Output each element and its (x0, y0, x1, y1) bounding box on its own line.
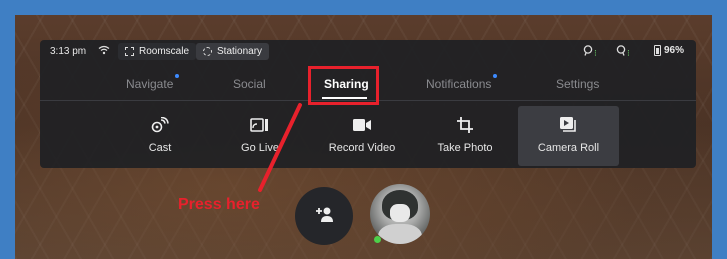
notification-dot (175, 74, 180, 78)
stationary-icon (203, 47, 212, 56)
camera-roll-icon (559, 116, 579, 134)
right-controller-icon: ⁝ (616, 45, 630, 59)
roomscale-button[interactable]: Roomscale (118, 43, 197, 60)
go-live-label: Go Live (241, 142, 279, 154)
go-live-icon (250, 116, 270, 134)
battery-icon (654, 45, 661, 56)
status-bar: 3:13 pm Roomscale Stationary ⁝ ⁝ 96% (40, 40, 696, 64)
take-photo-icon (455, 116, 475, 134)
record-video-label: Record Video (328, 142, 396, 154)
cast-label: Cast (148, 142, 172, 154)
take-photo-button[interactable]: Take Photo (415, 106, 515, 166)
avatar-body (378, 224, 422, 244)
stationary-label: Stationary (217, 46, 263, 57)
roomscale-label: Roomscale (139, 46, 190, 57)
annotation-text: Press here (178, 196, 260, 213)
sharing-actions: Cast Go Live Record Video Take Photo Cam… (40, 104, 696, 168)
cast-button[interactable]: Cast (110, 106, 210, 166)
tab-notifications[interactable]: Notifications (426, 74, 498, 91)
camera-roll-label: Camera Roll (537, 142, 600, 154)
avatar[interactable] (370, 184, 430, 244)
add-friend-button[interactable] (295, 187, 353, 245)
tab-social-label: Social (233, 77, 266, 91)
battery-percent: 96% (664, 45, 685, 56)
go-live-button[interactable]: Go Live (210, 106, 310, 166)
cast-icon (150, 116, 170, 134)
avatar-face (390, 204, 410, 222)
take-photo-label: Take Photo (437, 142, 493, 154)
left-controller-icon: ⁝ (583, 45, 597, 59)
tab-settings-label: Settings (556, 77, 600, 91)
clock: 3:13 pm (50, 46, 87, 57)
camera-roll-button[interactable]: Camera Roll (518, 106, 619, 166)
tab-notifications-label: Notifications (426, 77, 492, 91)
record-video-button[interactable]: Record Video (312, 106, 412, 166)
stationary-button[interactable]: Stationary (196, 43, 270, 60)
tab-navigate-label: Navigate (126, 77, 174, 91)
record-video-icon (352, 116, 372, 134)
roomscale-icon (125, 47, 134, 56)
tab-settings[interactable]: Settings (556, 77, 599, 91)
battery-indicator: 96% (654, 45, 684, 56)
annotation-highlight-box (308, 66, 379, 105)
wifi-icon (98, 45, 110, 55)
tab-navigate[interactable]: Navigate (126, 74, 180, 91)
online-status-dot (374, 236, 381, 243)
add-friend-icon (314, 205, 334, 228)
notification-dot (493, 74, 498, 78)
tab-social[interactable]: Social (233, 77, 266, 91)
